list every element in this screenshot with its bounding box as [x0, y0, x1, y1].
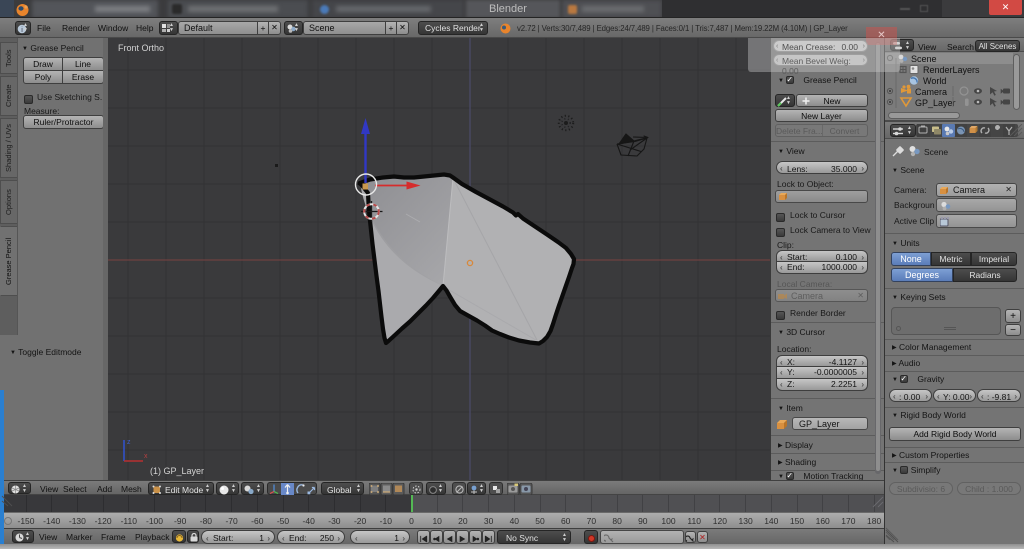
svg-text:Front Ortho: Front Ortho	[118, 43, 164, 53]
svg-text:Camera: Camera	[915, 87, 947, 97]
svg-text:x: x	[144, 453, 148, 460]
svg-text:(1) GP_Layer: (1) GP_Layer	[150, 466, 204, 476]
svg-text:RenderLayers: RenderLayers	[923, 65, 980, 75]
svg-text:z: z	[127, 439, 131, 446]
svg-text:GP_Layer: GP_Layer	[915, 98, 956, 108]
svg-text:Scene: Scene	[911, 54, 937, 64]
svg-text:World: World	[923, 76, 946, 86]
